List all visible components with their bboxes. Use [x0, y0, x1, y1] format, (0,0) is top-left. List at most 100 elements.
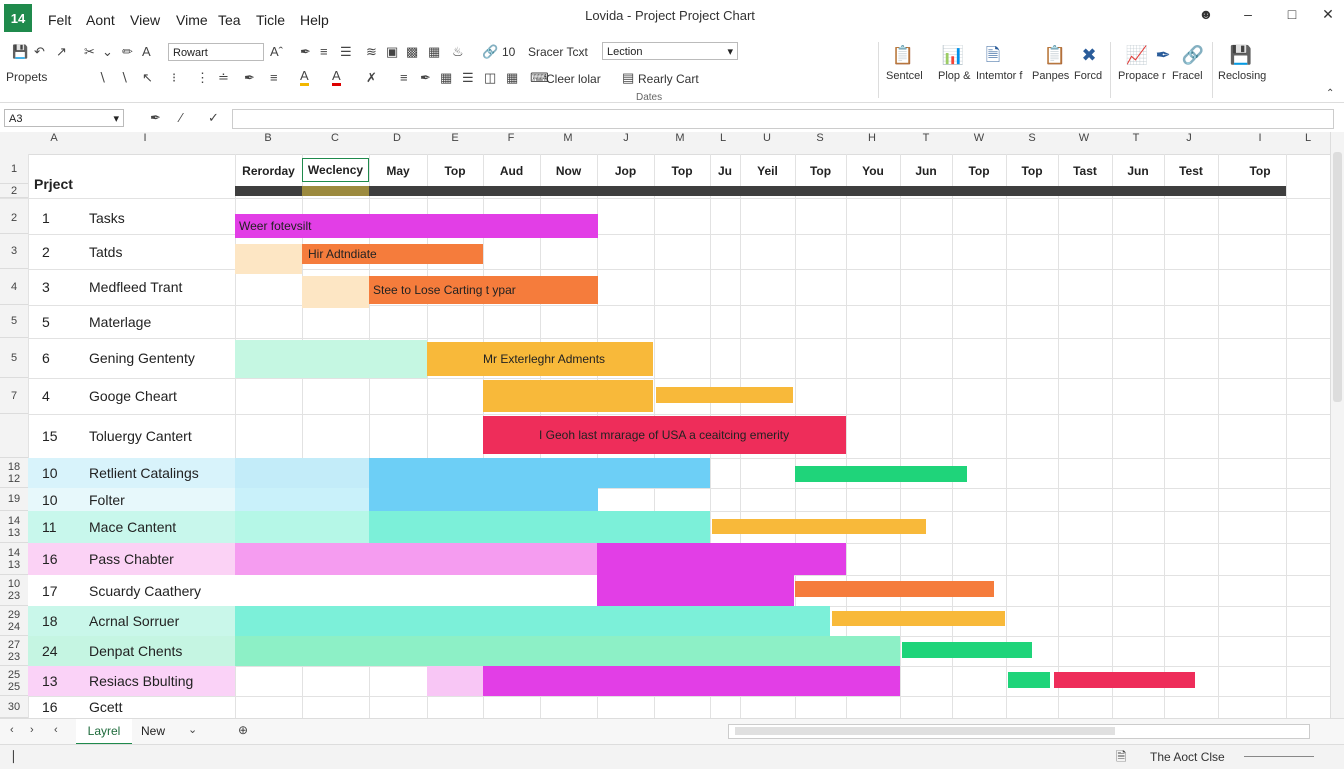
- month-header[interactable]: Aud: [483, 160, 540, 182]
- gantt-bar[interactable]: [235, 636, 900, 666]
- next-sheet-icon[interactable]: ›: [30, 724, 34, 736]
- menu-ticle[interactable]: Ticle: [256, 12, 285, 28]
- page-icon[interactable]: 🗎: [1116, 748, 1126, 770]
- column-header[interactable]: I: [135, 132, 155, 154]
- column-header[interactable]: M: [558, 132, 578, 154]
- gantt-bar[interactable]: [832, 611, 1005, 626]
- task-name[interactable]: Pass Chabter: [89, 551, 174, 567]
- format-icon[interactable]: ≐: [218, 70, 229, 86]
- list-icon[interactable]: ☰: [340, 44, 352, 60]
- arrow-icon[interactable]: ∖: [120, 70, 128, 86]
- column-header[interactable]: J: [616, 132, 636, 154]
- restore-icon[interactable]: □: [1282, 6, 1302, 24]
- column-header[interactable]: L: [1298, 132, 1318, 154]
- save-icon[interactable]: 💾: [12, 44, 28, 60]
- menu-view[interactable]: View: [130, 12, 160, 28]
- style-label[interactable]: Sracer Tcxt: [528, 45, 588, 59]
- gantt-bar[interactable]: [597, 543, 846, 575]
- task-name[interactable]: Folter: [89, 492, 125, 508]
- gantt-bar[interactable]: [795, 581, 994, 597]
- gantt-bar[interactable]: [235, 244, 302, 274]
- link-icon[interactable]: 🔗: [482, 44, 498, 60]
- image-icon[interactable]: ▣: [386, 44, 398, 60]
- chevron-down-icon[interactable]: ⌄: [102, 44, 113, 60]
- task-name[interactable]: Materlage: [89, 314, 151, 330]
- menu-file[interactable]: Felt: [48, 12, 71, 28]
- zoom-slider[interactable]: [1244, 756, 1314, 757]
- x-icon[interactable]: ✗: [366, 70, 377, 86]
- close-icon[interactable]: ✕: [1318, 6, 1338, 24]
- font-grow-icon[interactable]: Aˆ: [270, 44, 283, 59]
- paint-icon[interactable]: ▩: [406, 44, 418, 60]
- task-name[interactable]: Mace Cantent: [89, 519, 176, 535]
- column-header[interactable]: I: [1250, 132, 1270, 154]
- minimize-icon[interactable]: –: [1238, 6, 1258, 24]
- highlight-icon[interactable]: A: [300, 68, 309, 86]
- row-header[interactable]: [0, 414, 28, 458]
- text-icon[interactable]: ☰: [462, 70, 474, 86]
- gantt-bar[interactable]: [427, 666, 483, 696]
- gantt-bar[interactable]: [302, 276, 369, 308]
- column-header[interactable]: W: [1074, 132, 1094, 154]
- formula-input[interactable]: [232, 109, 1334, 129]
- account-icon[interactable]: ☻: [1196, 6, 1216, 24]
- scroll-thumb[interactable]: [735, 727, 1115, 735]
- column-header[interactable]: M: [670, 132, 690, 154]
- font-color-icon[interactable]: A: [332, 68, 341, 86]
- row-header[interactable]: 7: [0, 378, 28, 414]
- row-header[interactable]: 29 24: [0, 606, 28, 636]
- name-box[interactable]: A3 ▾: [4, 109, 124, 127]
- column-header[interactable]: J: [1179, 132, 1199, 154]
- month-header[interactable]: Top: [795, 160, 846, 182]
- row-header[interactable]: 14 13: [0, 511, 28, 543]
- reality-chart-button[interactable]: Rearly Cart: [638, 72, 699, 86]
- pen-icon[interactable]: ✒: [1150, 42, 1176, 68]
- menu-aont[interactable]: Aont: [86, 12, 115, 28]
- prev-sheet-icon[interactable]: ‹: [10, 724, 14, 736]
- month-header[interactable]: Weclency: [302, 158, 369, 182]
- arrow-icon[interactable]: ∖: [98, 70, 106, 86]
- grid-icon[interactable]: ▦: [440, 70, 452, 86]
- sheet-tab-active[interactable]: Layrel: [76, 719, 132, 745]
- cut-icon[interactable]: ✂: [84, 44, 95, 60]
- task-name[interactable]: Googe Cheart: [89, 388, 177, 404]
- gantt-bar[interactable]: [235, 543, 597, 575]
- column-header[interactable]: H: [862, 132, 882, 154]
- month-header[interactable]: Top: [1006, 160, 1058, 182]
- group-propace[interactable]: Propace r: [1118, 70, 1166, 82]
- month-header[interactable]: Top: [1234, 160, 1286, 182]
- gantt-bar[interactable]: [369, 511, 710, 543]
- row-header[interactable]: 5: [0, 338, 28, 378]
- gantt-bar[interactable]: [656, 387, 793, 403]
- column-header[interactable]: A: [44, 132, 64, 154]
- sheet-tab-new[interactable]: New: [136, 719, 170, 743]
- pen-icon[interactable]: ✒: [244, 70, 255, 86]
- task-name[interactable]: Tasks: [89, 210, 125, 226]
- month-header[interactable]: Jun: [900, 160, 952, 182]
- column-header[interactable]: S: [810, 132, 830, 154]
- row-header[interactable]: 5: [0, 305, 28, 338]
- collapse-ribbon-icon[interactable]: ⌃: [1326, 88, 1334, 99]
- gantt-bar[interactable]: Weer fotevsilt: [235, 214, 598, 238]
- gantt-bar[interactable]: [1054, 672, 1195, 688]
- tools-icon[interactable]: ✖: [1076, 42, 1102, 68]
- task-name[interactable]: Tatds: [89, 244, 122, 260]
- column-header[interactable]: C: [325, 132, 345, 154]
- text-a-icon[interactable]: A: [142, 44, 151, 59]
- gantt-bar[interactable]: [795, 466, 967, 482]
- task-name[interactable]: Retlient Catalings: [89, 465, 199, 481]
- group-forcd[interactable]: Forcd: [1074, 70, 1102, 82]
- gantt-bar[interactable]: Hir Adtndiate: [302, 244, 483, 264]
- month-header[interactable]: Rerorday: [235, 160, 302, 182]
- link-icon[interactable]: 🔗: [1180, 42, 1206, 68]
- table-icon[interactable]: ▦: [428, 44, 440, 60]
- arrow-icon[interactable]: ↖: [142, 70, 153, 86]
- row-header[interactable]: 2: [0, 184, 28, 198]
- task-name[interactable]: Gcett: [89, 699, 122, 715]
- pen-icon[interactable]: ✒: [300, 44, 311, 60]
- month-header[interactable]: Tast: [1058, 160, 1112, 182]
- task-name[interactable]: Acrnal Sorruer: [89, 613, 179, 629]
- scroll-thumb[interactable]: [1333, 152, 1342, 402]
- row-header[interactable]: 1: [0, 154, 28, 184]
- column-header[interactable]: T: [916, 132, 936, 154]
